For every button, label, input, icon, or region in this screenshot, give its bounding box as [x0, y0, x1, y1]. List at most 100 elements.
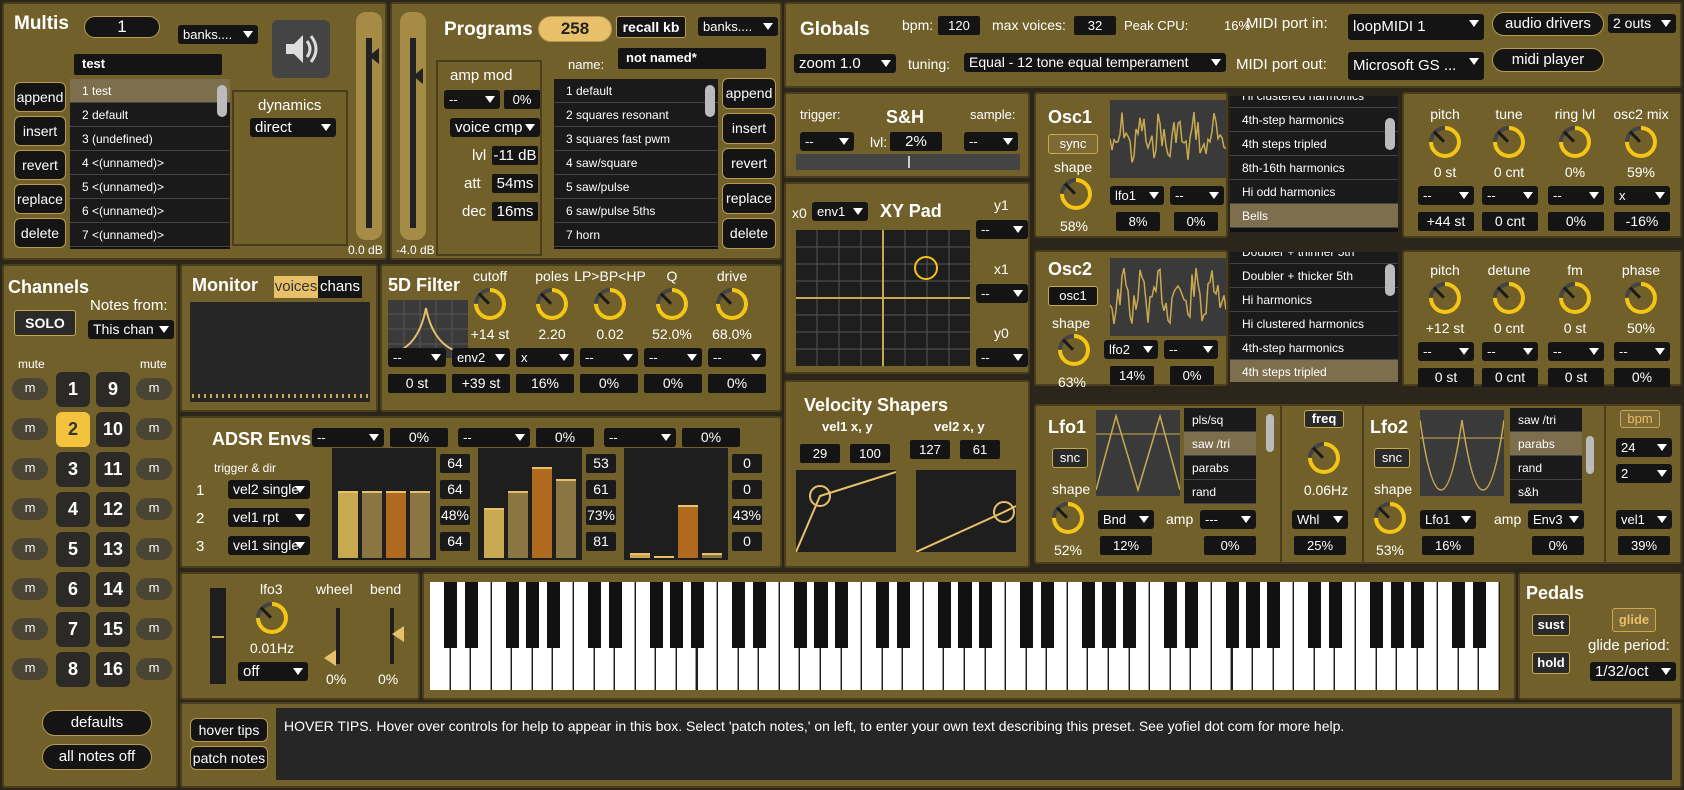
xy-y1-dropdown[interactable]: -- — [976, 220, 1028, 239]
channel-mute-button[interactable]: m — [12, 458, 48, 480]
lfo2-shape-item[interactable]: rand — [1510, 456, 1582, 480]
lfo1-shape-knob[interactable] — [1045, 495, 1091, 541]
black-key[interactable] — [1411, 582, 1425, 648]
env1-trigger-dropdown[interactable]: vel2 single — [228, 480, 310, 499]
glide-period-dropdown[interactable]: 1/32/oct — [1590, 662, 1676, 681]
osc1-ring-lvl-mod-dropdown[interactable]: -- — [1548, 186, 1604, 205]
osc1-mod2-dropdown[interactable]: -- — [1170, 186, 1224, 205]
env1-bar[interactable] — [410, 490, 430, 558]
osc1-mod1-amount[interactable]: 8% — [1116, 212, 1160, 231]
filter-drive-knob[interactable] — [709, 281, 755, 327]
amp-mod-mode-dropdown[interactable]: voice cmp — [450, 118, 540, 137]
lfo2-bpm-button[interactable]: bpm — [1620, 410, 1660, 428]
black-key[interactable] — [814, 582, 828, 648]
channel-mute-button[interactable]: m — [12, 618, 48, 640]
osc2-pitch-mod-amount[interactable]: 0 st — [1418, 368, 1474, 387]
programs-list[interactable]: 1 default 2 squares resonant 3 squares f… — [554, 79, 718, 249]
osc1-sync-button[interactable]: sync — [1048, 134, 1098, 154]
sh-sample-dropdown[interactable]: -- — [964, 132, 1018, 151]
defaults-button[interactable]: defaults — [42, 710, 152, 736]
voices-tab[interactable]: voices — [274, 276, 318, 298]
multis-list[interactable]: 1 test 2 default 3 (undefined) 4 <(unnam… — [70, 79, 230, 249]
lfo2-shape-knob[interactable] — [1367, 495, 1413, 541]
lfo2-shape-list[interactable]: saw /tri parabs rand s&h — [1510, 408, 1582, 504]
osc1-pitch-mod-dropdown[interactable]: -- — [1418, 186, 1474, 205]
env1-bar[interactable] — [362, 490, 382, 558]
lfo2-sync-button[interactable]: snc — [1374, 448, 1410, 468]
lfo2-rate-mod-amount[interactable]: 39% — [1618, 536, 1670, 555]
env2-bar[interactable] — [532, 466, 552, 558]
channel-mute-button[interactable]: m — [12, 658, 48, 680]
black-key[interactable] — [546, 582, 561, 648]
lfo3-rate-knob[interactable] — [249, 595, 295, 641]
env1-value[interactable]: 64 — [440, 480, 470, 499]
env1-bar[interactable] — [386, 490, 406, 558]
env2-mod-dropdown[interactable]: -- — [458, 428, 530, 447]
black-key[interactable] — [834, 582, 849, 648]
multis-banks-dropdown[interactable]: banks.... — [178, 25, 258, 44]
programs-banks-dropdown[interactable]: banks.... — [698, 17, 778, 36]
channel-mute-button[interactable]: m — [136, 498, 172, 520]
channel-button[interactable]: 14 — [96, 572, 130, 607]
black-key[interactable] — [443, 582, 458, 648]
osc1-osc2-mix-mod-dropdown[interactable]: x — [1614, 186, 1670, 205]
channel-button[interactable]: 4 — [56, 492, 90, 527]
vel2-x[interactable]: 127 — [910, 440, 950, 459]
osc1-mod1-dropdown[interactable]: lfo1 — [1110, 186, 1164, 205]
osc1-pitch-knob[interactable] — [1422, 119, 1468, 165]
sh-trigger-dropdown[interactable]: -- — [800, 132, 854, 151]
channel-mute-button[interactable]: m — [12, 378, 48, 400]
osc2-wave-item[interactable]: 4th-step harmonics — [1230, 336, 1398, 360]
env3-trigger-dropdown[interactable]: vel1 single — [228, 536, 310, 555]
black-key[interactable] — [1308, 582, 1322, 648]
env2-bar[interactable] — [556, 478, 576, 558]
channel-button[interactable]: 2 — [56, 412, 90, 447]
lfo2-rate-mod-dropdown[interactable]: vel1 — [1616, 510, 1672, 529]
osc2-fm-knob[interactable] — [1552, 275, 1598, 321]
channel-button[interactable]: 15 — [96, 612, 130, 647]
channel-button[interactable]: 5 — [56, 532, 90, 567]
sh-lvl-value[interactable]: 2% — [890, 132, 942, 151]
lfo1-amp-amount[interactable]: 0% — [1204, 536, 1256, 555]
lfo1-sync-button[interactable]: snc — [1052, 448, 1088, 468]
black-key[interactable] — [1102, 582, 1116, 648]
osc1-list-scrollbar[interactable] — [1385, 118, 1395, 150]
program-insert-button[interactable]: insert — [722, 113, 776, 144]
hover-tips-button[interactable]: hover tips — [190, 718, 268, 742]
env2-value[interactable]: 81 — [586, 532, 616, 551]
env2-bar[interactable] — [508, 490, 528, 558]
channel-button[interactable]: 12 — [96, 492, 130, 527]
patch-notes-button[interactable]: patch notes — [190, 746, 268, 770]
channel-button[interactable]: 16 — [96, 652, 130, 687]
lfo1-amp-dropdown[interactable]: --- — [1200, 510, 1256, 529]
filter-cutoff-knob[interactable] — [467, 281, 513, 327]
env3-bar[interactable] — [654, 555, 674, 558]
osc2-wave-list[interactable]: Doubler + thinner 5th Doubler + thicker … — [1230, 252, 1398, 382]
bpm-field[interactable]: 120 — [938, 16, 980, 35]
xy-x0-dropdown[interactable]: env1 — [812, 202, 868, 221]
env2-value[interactable]: 53 — [586, 454, 616, 473]
black-key[interactable] — [958, 582, 972, 648]
channel-button[interactable]: 8 — [56, 652, 90, 687]
channel-mute-button[interactable]: m — [12, 578, 48, 600]
osc1-mod2-amount[interactable]: 0% — [1174, 212, 1218, 231]
black-key[interactable] — [608, 582, 622, 648]
vel2-y[interactable]: 61 — [960, 440, 1000, 459]
lfo1-shape-item[interactable]: pls/sq — [1184, 408, 1256, 432]
lfo1-shape-item[interactable]: rand — [1184, 480, 1256, 504]
black-key[interactable] — [1164, 582, 1178, 648]
osc1-ring-lvl-mod-amount[interactable]: 0% — [1548, 212, 1604, 231]
black-key[interactable] — [1246, 582, 1260, 648]
osc2-mod1-amount[interactable]: 14% — [1110, 366, 1154, 385]
osc2-wave-item[interactable]: 4th steps tripled — [1230, 360, 1398, 382]
black-key[interactable] — [1328, 582, 1342, 648]
lfo2-list-scrollbar[interactable] — [1586, 436, 1594, 474]
filter-mod-source-dropdown[interactable]: -- — [708, 348, 766, 367]
osc2-shape-knob[interactable] — [1051, 327, 1097, 373]
osc1-pitch-mod-amount[interactable]: +44 st — [1418, 212, 1474, 231]
lfo1-freq-button[interactable]: freq — [1304, 410, 1344, 428]
filter-q-knob[interactable] — [649, 281, 695, 327]
channel-button[interactable]: 6 — [56, 572, 90, 607]
vel1-curve[interactable] — [796, 470, 896, 552]
env3-mod-amount[interactable]: 0% — [682, 428, 740, 447]
